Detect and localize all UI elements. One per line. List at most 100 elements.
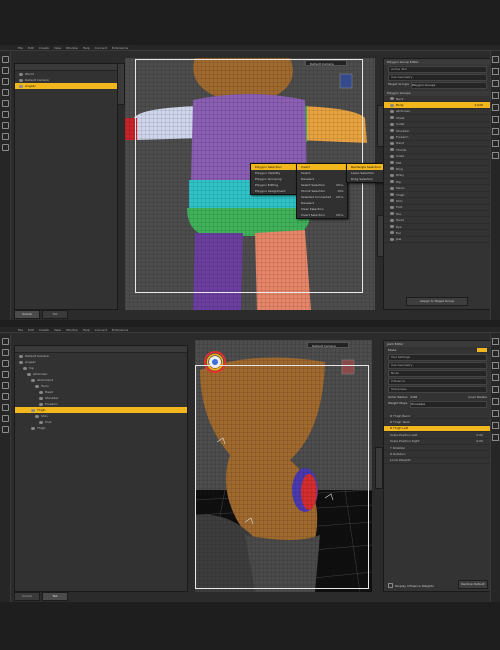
camera-icon[interactable] <box>1 393 9 400</box>
menu-window[interactable]: Window <box>66 328 78 332</box>
eye-icon[interactable] <box>19 84 23 88</box>
bottom-tab-unlock[interactable]: Unlock <box>14 592 40 601</box>
eye-icon[interactable] <box>19 78 23 82</box>
eye-icon[interactable] <box>23 366 27 370</box>
eye-icon[interactable] <box>390 218 394 222</box>
active-tool-field[interactable]: Active Tool <box>388 66 487 73</box>
eye-icon[interactable] <box>390 116 394 120</box>
eye-icon[interactable] <box>390 225 394 228</box>
eye-icon[interactable] <box>19 354 23 358</box>
eye-icon[interactable] <box>31 408 35 412</box>
render-icon[interactable] <box>1 426 9 433</box>
target-select[interactable]: Polygon Groups <box>410 82 487 89</box>
menu-help[interactable]: Help <box>83 328 90 332</box>
light-icon[interactable] <box>1 122 9 129</box>
eye-icon[interactable] <box>390 180 394 184</box>
scale-icon[interactable] <box>1 89 9 96</box>
pane-icon[interactable] <box>492 140 499 147</box>
rotate-icon[interactable] <box>1 360 9 367</box>
eye-icon[interactable] <box>39 390 43 394</box>
eye-icon[interactable] <box>390 135 394 139</box>
eye-icon[interactable] <box>31 378 35 382</box>
eye-icon[interactable] <box>390 167 394 171</box>
pane-icon[interactable] <box>492 68 499 75</box>
viewport[interactable]: Default Camera <box>195 340 372 592</box>
eye-icon[interactable] <box>390 199 394 203</box>
pane-icon[interactable] <box>492 410 499 417</box>
menu-edit[interactable]: Edit <box>28 46 34 50</box>
light-icon[interactable] <box>1 404 9 411</box>
menu-extensions[interactable]: Extensions <box>112 46 128 50</box>
pane-icon[interactable] <box>492 434 499 441</box>
use-geometry-toggle[interactable]: Use Geometry <box>388 74 487 81</box>
arrow-icon[interactable] <box>1 67 9 74</box>
pane-icon[interactable] <box>492 56 499 63</box>
rotate-icon[interactable] <box>1 78 9 85</box>
node-field[interactable]: Node <box>388 370 487 377</box>
eye-icon[interactable] <box>390 173 394 177</box>
menu-item-polygon-assignment[interactable]: Polygon Assignment <box>251 188 297 194</box>
display-weights-checkbox[interactable] <box>388 583 393 588</box>
eye-icon[interactable] <box>390 154 394 158</box>
camera-selector[interactable]: Default Camera <box>305 60 347 66</box>
polygon-group-row[interactable]: Jaw <box>384 237 491 243</box>
eye-icon[interactable] <box>35 414 39 418</box>
eye-icon[interactable] <box>19 360 23 364</box>
menu-extensions[interactable]: Extensions <box>112 328 128 332</box>
menu-create[interactable]: Create <box>39 46 49 50</box>
pane-icon[interactable] <box>492 104 499 111</box>
pane-icon[interactable] <box>492 92 499 99</box>
bottom-tab-unlock[interactable]: Unlock <box>14 310 40 319</box>
camera-selector[interactable]: Default Camera <box>307 342 349 348</box>
weight-map-select[interactable]: Envelope <box>410 401 487 408</box>
home-icon[interactable] <box>1 56 9 63</box>
menu-edit[interactable]: Edit <box>28 328 34 332</box>
eye-icon[interactable] <box>390 212 394 216</box>
pane-icon[interactable] <box>492 374 499 381</box>
joint-weight-row[interactable]: Local Weights <box>384 458 491 465</box>
scene-item-angelic[interactable]: Angelic <box>15 83 117 89</box>
move-icon[interactable] <box>1 382 9 389</box>
menu-file[interactable]: File <box>18 46 23 50</box>
pane-icon[interactable] <box>492 338 499 345</box>
eye-icon[interactable] <box>19 72 23 76</box>
eye-icon[interactable] <box>390 122 394 126</box>
camera-icon[interactable] <box>1 111 9 118</box>
eye-icon[interactable] <box>390 141 394 145</box>
eye-icon[interactable] <box>390 186 394 190</box>
eye-icon[interactable] <box>35 384 39 388</box>
outer-radius-value[interactable]: 0.00 <box>411 395 418 399</box>
home-icon[interactable] <box>1 338 9 345</box>
scene-tree-item[interactable]: Thigh <box>15 425 187 431</box>
scale-icon[interactable] <box>1 371 9 378</box>
use-geometry-toggle[interactable]: Use Geometry <box>388 362 487 369</box>
pane-icon[interactable] <box>492 362 499 369</box>
menu-connect[interactable]: Connect <box>95 328 107 332</box>
assign-to-target-group-button[interactable]: Assign to Target Group <box>406 297 468 306</box>
pane-icon[interactable] <box>492 128 499 135</box>
influence-field[interactable]: Influence <box>388 378 487 385</box>
menu-create[interactable]: Create <box>39 328 49 332</box>
menu-file[interactable]: File <box>18 328 23 332</box>
menu-view[interactable]: View <box>54 328 61 332</box>
pane-icon[interactable] <box>492 398 499 405</box>
move-icon[interactable] <box>1 100 9 107</box>
menu-help[interactable]: Help <box>83 46 90 50</box>
eye-icon[interactable] <box>390 97 394 101</box>
pane-icon[interactable] <box>492 422 499 429</box>
eye-icon[interactable] <box>39 396 43 400</box>
eye-icon[interactable] <box>390 161 394 165</box>
menu-item-invert-selection[interactable]: Invert Selection Ctrl+ <box>297 212 347 218</box>
pane-icon[interactable] <box>492 152 499 159</box>
eye-icon[interactable] <box>27 372 31 376</box>
pane-icon[interactable] <box>492 80 499 87</box>
bottom-tab[interactable]: Tab <box>42 310 68 319</box>
eye-icon[interactable] <box>390 109 394 113</box>
eye-icon[interactable] <box>39 420 43 424</box>
pane-icon[interactable] <box>492 116 499 123</box>
restore-default-button[interactable]: Restore Default <box>458 580 488 589</box>
eye-icon[interactable] <box>390 148 394 152</box>
arrow-icon[interactable] <box>1 349 9 356</box>
menu-view[interactable]: View <box>54 46 61 50</box>
render-icon[interactable] <box>1 144 9 151</box>
